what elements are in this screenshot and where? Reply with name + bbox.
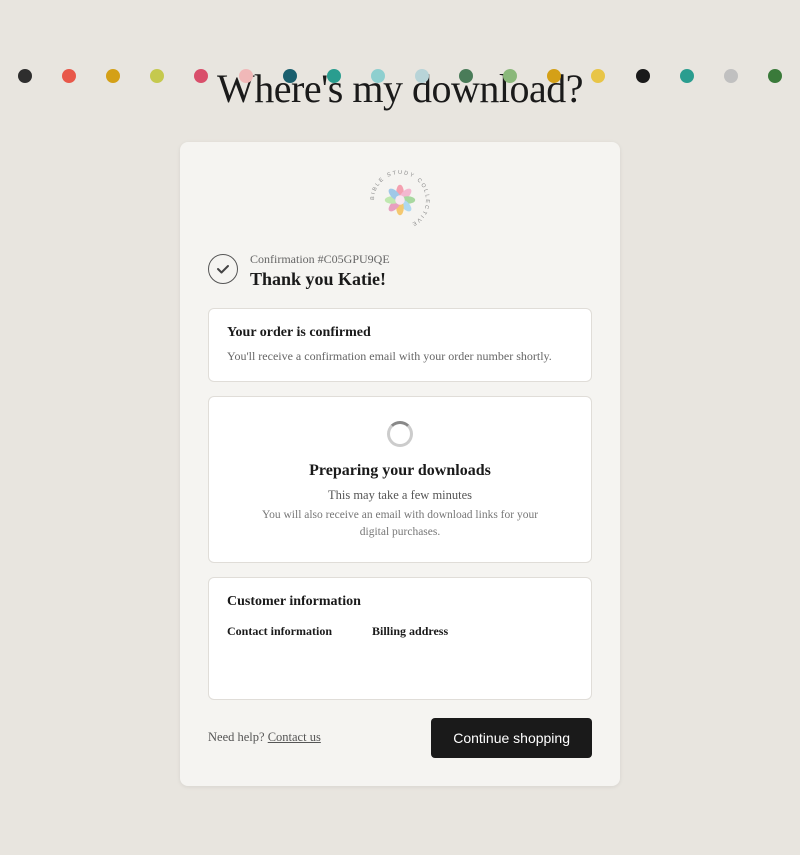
card-footer: Need help? Contact us Continue shopping <box>208 714 592 758</box>
download-note: You will also receive an email with down… <box>260 507 540 542</box>
dot-17 <box>724 69 738 83</box>
check-circle-icon <box>208 254 238 284</box>
billing-address-col: Billing address <box>372 624 448 683</box>
dot-1 <box>18 69 32 83</box>
dot-6 <box>239 69 253 83</box>
thank-you-text: Thank you Katie! <box>250 269 390 290</box>
order-confirmed-box: Your order is confirmed You'll receive a… <box>208 308 592 382</box>
dot-2 <box>62 69 76 83</box>
contact-label: Contact information <box>227 624 332 639</box>
contact-value <box>227 643 332 683</box>
logo-area: BIBLE STUDY COLLECTIVE <box>208 166 592 234</box>
contact-us-link[interactable]: Contact us <box>268 730 321 744</box>
download-title: Preparing your downloads <box>227 462 573 480</box>
brand-logo: BIBLE STUDY COLLECTIVE <box>366 166 434 234</box>
order-confirmed-subtitle: You'll receive a confirmation email with… <box>227 347 573 365</box>
main-card: BIBLE STUDY COLLECTIVE <box>180 142 620 786</box>
need-help-label: Need help? <box>208 730 265 744</box>
billing-label: Billing address <box>372 624 448 639</box>
dot-7 <box>283 69 297 83</box>
billing-value <box>372 643 448 683</box>
dot-18 <box>768 69 782 83</box>
dot-12 <box>503 69 517 83</box>
loading-spinner-icon <box>387 421 413 447</box>
dot-15 <box>636 69 650 83</box>
order-confirmed-title: Your order is confirmed <box>227 325 573 341</box>
dot-9 <box>371 69 385 83</box>
customer-info-title: Customer information <box>227 594 573 610</box>
dot-11 <box>459 69 473 83</box>
dot-13 <box>547 69 561 83</box>
dot-3 <box>106 69 120 83</box>
contact-info-col: Contact information <box>227 624 332 683</box>
dot-14 <box>591 69 605 83</box>
customer-info-columns: Contact information Billing address <box>227 624 573 683</box>
need-help-text: Need help? Contact us <box>208 730 321 745</box>
download-subtitle: This may take a few minutes <box>227 488 573 503</box>
svg-text:BIBLE STUDY COLLECTIVE: BIBLE STUDY COLLECTIVE <box>370 170 430 228</box>
continue-shopping-button[interactable]: Continue shopping <box>431 718 592 758</box>
dot-16 <box>680 69 694 83</box>
logo-ring-svg: BIBLE STUDY COLLECTIVE <box>366 166 434 234</box>
download-section: Preparing your downloads This may take a… <box>208 396 592 563</box>
confirmation-number: Confirmation #C05GPU9QE <box>250 252 390 267</box>
customer-info-section: Customer information Contact information… <box>208 577 592 700</box>
confirmation-text-block: Confirmation #C05GPU9QE Thank you Katie! <box>250 252 390 290</box>
dot-10 <box>415 69 429 83</box>
confirmation-header: Confirmation #C05GPU9QE Thank you Katie! <box>208 252 592 290</box>
dots-row <box>0 55 800 97</box>
dot-5 <box>194 69 208 83</box>
dot-8 <box>327 69 341 83</box>
dot-4 <box>150 69 164 83</box>
